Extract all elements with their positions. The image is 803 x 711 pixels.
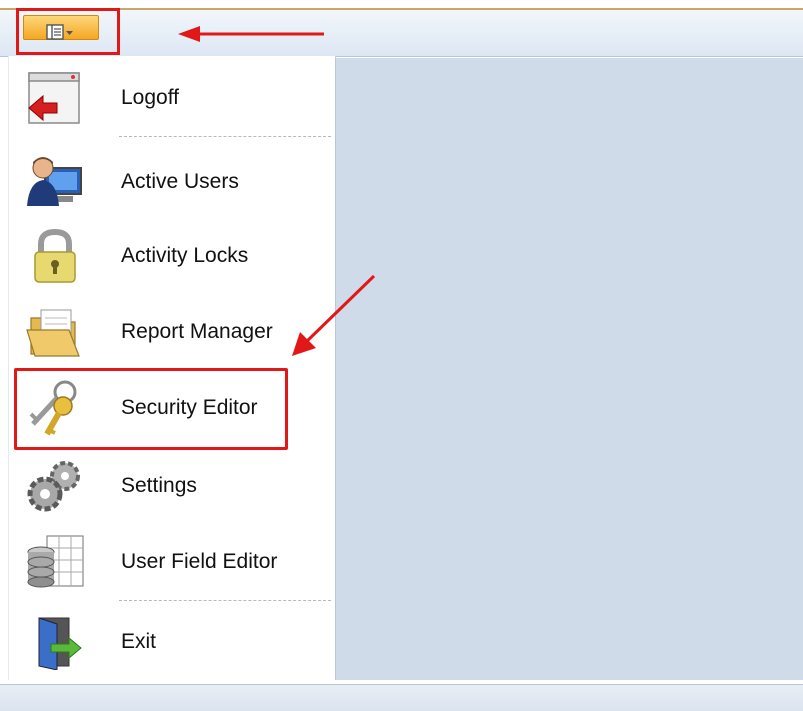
- application-menu-icon: [46, 24, 73, 40]
- chevron-down-icon: [66, 31, 73, 35]
- main-content-area: [335, 58, 803, 680]
- menu-item-label: Logoff: [121, 86, 180, 109]
- menu-item-label: Active Users: [121, 170, 239, 193]
- menu-item-label: Settings: [121, 474, 197, 497]
- padlock-icon: [34, 228, 76, 283]
- app-menu-button[interactable]: [23, 15, 99, 40]
- menu-separator: [119, 600, 331, 601]
- menu-item-logoff[interactable]: Logoff: [17, 66, 335, 128]
- annotation-arrow-diagonal: [292, 274, 376, 356]
- status-bar: [0, 684, 803, 711]
- menu-item-label: Report Manager: [121, 320, 273, 343]
- menu-item-settings[interactable]: Settings: [17, 454, 335, 516]
- menu-separator: [119, 136, 331, 137]
- gears-icon: [27, 461, 80, 512]
- logoff-icon: [28, 72, 80, 124]
- folder-icon: [26, 309, 80, 357]
- app-menu-button-highlight: [16, 8, 120, 55]
- database-table-icon: [27, 535, 84, 588]
- menu-item-active-users[interactable]: Active Users: [17, 150, 335, 212]
- menu-item-user-field-editor[interactable]: User Field Editor: [17, 530, 335, 592]
- annotation-highlight-security-editor: [14, 368, 288, 450]
- menu-item-exit[interactable]: Exit: [17, 610, 335, 672]
- exit-door-icon: [38, 617, 82, 670]
- menu-item-label: Exit: [121, 630, 157, 653]
- active-users-icon: [27, 157, 82, 206]
- menu-item-label: User Field Editor: [121, 550, 278, 573]
- toolbar: [0, 10, 803, 57]
- annotation-arrow-left: [178, 26, 324, 42]
- menu-item-label: Activity Locks: [121, 244, 249, 267]
